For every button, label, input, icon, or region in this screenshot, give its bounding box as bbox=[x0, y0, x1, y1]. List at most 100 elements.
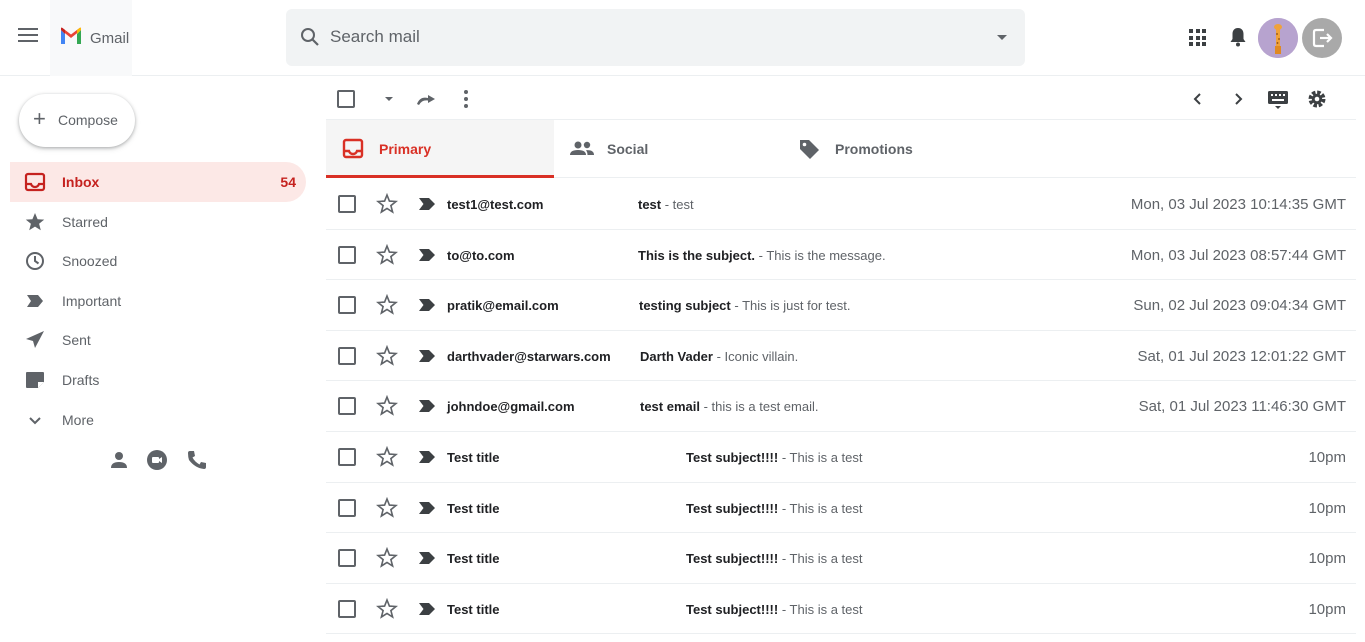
email-date: Mon, 03 Jul 2023 08:57:44 GMT bbox=[1130, 246, 1346, 264]
sidebar-item-inbox[interactable]: Inbox 54 bbox=[10, 162, 306, 202]
notifications-bell-icon[interactable] bbox=[1228, 26, 1248, 48]
keyboard-icon[interactable] bbox=[1267, 88, 1289, 110]
gmail-m-icon bbox=[61, 27, 81, 44]
row-checkbox[interactable] bbox=[338, 498, 356, 517]
email-row[interactable]: Test title Test subject!!!! - This is a t… bbox=[326, 533, 1356, 584]
important-marker-icon[interactable] bbox=[418, 349, 436, 363]
important-marker-icon[interactable] bbox=[418, 602, 436, 616]
sidebar-item-important[interactable]: Important bbox=[10, 281, 306, 321]
main-menu-icon[interactable] bbox=[18, 28, 38, 44]
email-sender: Test title bbox=[447, 500, 500, 516]
email-subject: test bbox=[638, 197, 662, 212]
tab-label: Primary bbox=[379, 141, 432, 157]
email-row[interactable]: Test title Test subject!!!! - This is a t… bbox=[326, 584, 1356, 635]
search-input[interactable] bbox=[330, 23, 970, 51]
compose-button[interactable]: + Compose bbox=[19, 94, 135, 147]
tab-promotions[interactable]: Promotions bbox=[782, 120, 1010, 178]
email-snippet: - test bbox=[661, 197, 694, 212]
email-snippet: - This is the message. bbox=[755, 247, 886, 263]
email-row[interactable]: to@to.com This is the subject. - This is … bbox=[326, 230, 1356, 281]
email-subject-line: Test subject!!!! - This is a test bbox=[686, 450, 863, 465]
important-marker-icon[interactable] bbox=[418, 450, 436, 464]
gmail-logo[interactable]: Gmail bbox=[50, 0, 132, 76]
important-marker-icon[interactable] bbox=[418, 399, 436, 413]
select-dropdown-icon[interactable] bbox=[378, 88, 400, 110]
email-subject-line: testing subject - This is just for test. bbox=[639, 298, 850, 313]
email-date: Sun, 02 Jul 2023 09:04:34 GMT bbox=[1133, 297, 1346, 315]
row-checkbox[interactable] bbox=[338, 245, 356, 264]
star-outline-icon[interactable] bbox=[376, 547, 398, 569]
chevron-down-icon bbox=[29, 416, 41, 424]
people-icon bbox=[570, 141, 594, 155]
tab-label: Social bbox=[607, 141, 649, 157]
contacts-person-icon[interactable] bbox=[107, 448, 131, 472]
email-row[interactable]: Test title Test subject!!!! - This is a t… bbox=[326, 483, 1356, 534]
refresh-icon[interactable] bbox=[415, 88, 437, 110]
star-outline-icon[interactable] bbox=[376, 193, 398, 215]
important-marker-icon[interactable] bbox=[418, 298, 436, 312]
important-marker-icon[interactable] bbox=[418, 551, 436, 565]
email-snippet: - This is a test bbox=[778, 500, 863, 516]
star-outline-icon[interactable] bbox=[376, 344, 398, 367]
sidebar-item-more[interactable]: More bbox=[10, 400, 306, 440]
row-checkbox[interactable] bbox=[338, 549, 356, 568]
email-date: 10pm bbox=[1308, 448, 1346, 466]
email-snippet: - Iconic villain. bbox=[712, 348, 799, 364]
email-row[interactable]: pratik@email.com testing subject - This i… bbox=[326, 280, 1356, 331]
email-row[interactable]: darthvader@starwars.com Darth Vader - Ico… bbox=[326, 331, 1356, 382]
important-marker-icon[interactable] bbox=[418, 197, 436, 211]
email-subject-line: This is the subject. - This is the messa… bbox=[638, 248, 886, 263]
search-icon[interactable] bbox=[300, 27, 320, 47]
email-subject: testing subject bbox=[639, 298, 731, 314]
clock-icon bbox=[26, 252, 44, 271]
sidebar-item-sent[interactable]: Sent bbox=[10, 320, 306, 360]
settings-gear-icon[interactable] bbox=[1306, 88, 1328, 110]
row-checkbox[interactable] bbox=[338, 346, 356, 365]
email-subject: Test subject!!!! bbox=[686, 601, 779, 617]
row-checkbox[interactable] bbox=[338, 296, 356, 315]
google-apps-icon[interactable] bbox=[1189, 29, 1206, 46]
sidebar-item-label: Inbox bbox=[62, 174, 100, 190]
select-all-checkbox[interactable] bbox=[337, 90, 355, 108]
chevron-left-icon[interactable] bbox=[1187, 88, 1209, 110]
email-row[interactable]: Test title Test subject!!!! - This is a t… bbox=[326, 432, 1356, 483]
sidebar-item-starred[interactable]: Starred bbox=[10, 202, 306, 242]
row-checkbox[interactable] bbox=[338, 195, 356, 213]
sidebar-item-label: Sent bbox=[62, 332, 91, 349]
star-outline-icon[interactable] bbox=[376, 496, 398, 519]
important-marker-icon[interactable] bbox=[418, 501, 436, 515]
mail-toolbar bbox=[326, 78, 1356, 120]
row-checkbox[interactable] bbox=[338, 447, 356, 466]
star-outline-icon[interactable] bbox=[376, 597, 398, 620]
star-outline-icon[interactable] bbox=[376, 395, 398, 417]
phone-icon[interactable] bbox=[185, 448, 209, 472]
important-icon bbox=[27, 294, 43, 307]
tab-primary[interactable]: Primary bbox=[326, 120, 554, 178]
sidebar-item-snoozed[interactable]: Snoozed bbox=[10, 241, 306, 281]
star-outline-icon[interactable] bbox=[376, 294, 398, 316]
important-marker-icon[interactable] bbox=[418, 248, 436, 262]
video-camera-icon[interactable] bbox=[145, 448, 169, 472]
chevron-right-icon[interactable] bbox=[1227, 88, 1249, 110]
email-row[interactable]: test1@test.com test - test Mon, 03 Jul 202… bbox=[326, 179, 1356, 230]
email-subject-line: Test subject!!!! - This is a test bbox=[686, 501, 863, 516]
sidebar-item-drafts[interactable]: Drafts bbox=[10, 360, 306, 400]
row-checkbox[interactable] bbox=[338, 599, 356, 618]
email-subject-line: Test subject!!!! - This is a test bbox=[686, 602, 863, 617]
tab-social[interactable]: Social bbox=[554, 120, 782, 178]
sidebar-item-label: Important bbox=[62, 292, 122, 309]
email-date: 10pm bbox=[1308, 600, 1346, 618]
star-outline-icon[interactable] bbox=[376, 243, 398, 266]
top-header: Gmail bbox=[0, 0, 1365, 76]
email-date: 10pm bbox=[1308, 499, 1346, 517]
email-row[interactable]: johndoe@gmail.com test email - this is a … bbox=[326, 381, 1356, 432]
email-subject: Test subject!!!! bbox=[686, 551, 779, 567]
logout-button[interactable] bbox=[1302, 18, 1342, 58]
more-options-icon[interactable] bbox=[455, 88, 477, 110]
search-options-icon[interactable] bbox=[997, 35, 1007, 40]
hangouts-bar bbox=[107, 448, 217, 472]
star-outline-icon[interactable] bbox=[376, 445, 398, 468]
row-checkbox[interactable] bbox=[338, 397, 356, 416]
avatar[interactable] bbox=[1258, 18, 1298, 58]
email-date: Sat, 01 Jul 2023 12:01:22 GMT bbox=[1137, 347, 1346, 365]
